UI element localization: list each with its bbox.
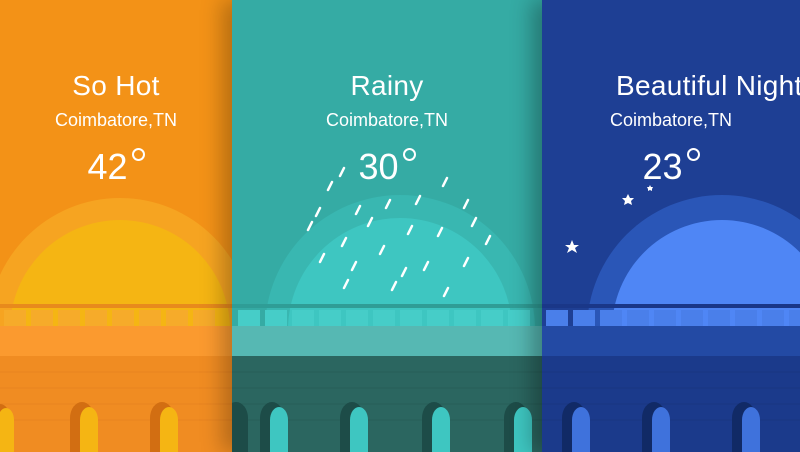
degree-icon — [131, 148, 145, 161]
temperature-value: 42 — [87, 146, 128, 187]
location-label: Coimbatore,TN — [609, 110, 733, 130]
rain-scene-illustration — [232, 0, 542, 452]
temperature-value: 30 — [358, 146, 399, 187]
temperature-display: 23 — [542, 146, 800, 188]
weather-card-night[interactable]: Beautiful Night Coimbatore,TN 23 — [542, 0, 800, 452]
weather-card-hot[interactable]: So Hot Coimbatore,TN 42 — [0, 0, 232, 452]
degree-icon — [686, 148, 700, 161]
location-label: Coimbatore,TN — [54, 110, 178, 130]
degree-icon — [402, 148, 416, 161]
night-scene-illustration — [542, 0, 800, 452]
weather-condition: So Hot — [72, 70, 160, 101]
temperature-value: 23 — [642, 146, 683, 187]
weather-condition: Rainy — [350, 70, 424, 101]
temperature-display: 42 — [0, 146, 232, 188]
temperature-display: 30 — [232, 146, 542, 188]
sunny-scene-illustration — [0, 0, 232, 452]
location-label: Coimbatore,TN — [325, 110, 449, 130]
weather-condition: Beautiful Night — [616, 70, 800, 101]
weather-card-rainy[interactable]: Rainy Coimbatore,TN 30 — [232, 0, 542, 452]
